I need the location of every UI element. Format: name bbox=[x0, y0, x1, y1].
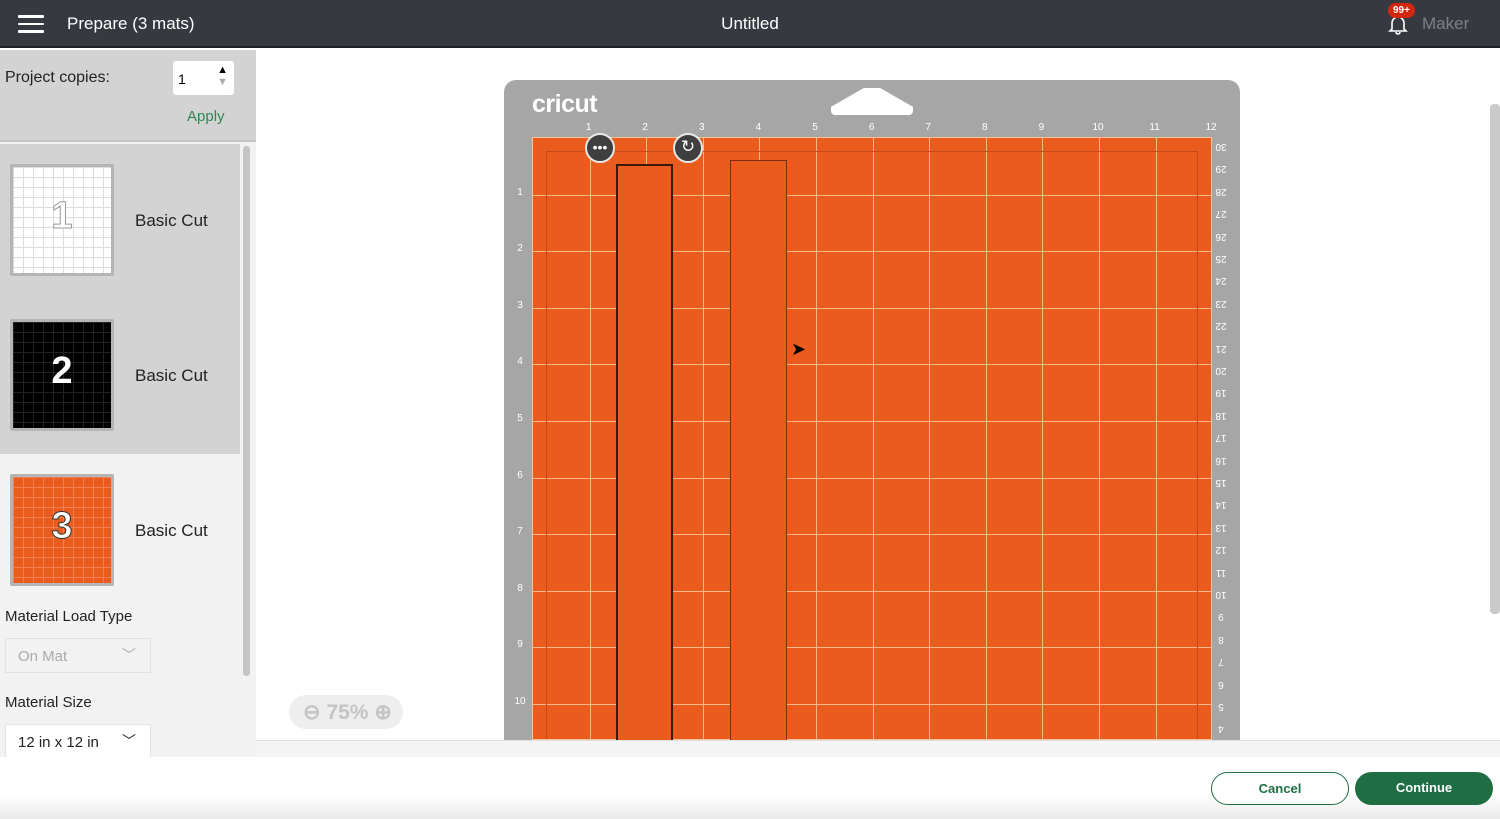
size-value: 12 in x 12 in bbox=[18, 734, 99, 751]
right-ruler-tick: 13 bbox=[1215, 521, 1227, 533]
copies-value: 1 bbox=[178, 71, 186, 87]
left-ruler-tick: 3 bbox=[517, 299, 523, 311]
decrement-icon[interactable]: ▼ bbox=[217, 76, 228, 88]
mat-label: Basic Cut bbox=[135, 521, 208, 540]
top-ruler-tick: 12 bbox=[1205, 122, 1217, 133]
left-ruler-tick: 2 bbox=[517, 243, 523, 255]
right-ruler-tick: 12 bbox=[1215, 544, 1227, 556]
right-ruler-tick: 30 bbox=[1215, 141, 1227, 152]
more-options-icon[interactable]: ••• bbox=[585, 133, 615, 163]
right-ruler-tick: 22 bbox=[1215, 320, 1227, 332]
cut-shape-1[interactable] bbox=[616, 164, 673, 740]
left-ruler-tick: 4 bbox=[517, 356, 523, 368]
vertical-scrollbar[interactable] bbox=[1490, 104, 1500, 614]
left-ruler-tick: 8 bbox=[517, 582, 523, 594]
right-ruler-tick: 5 bbox=[1218, 701, 1224, 712]
zoom-out-icon[interactable]: ⊖ bbox=[303, 701, 321, 724]
top-ruler-tick: 1 bbox=[585, 122, 592, 133]
right-ruler-tick: 17 bbox=[1215, 432, 1227, 444]
mat-thumbnail: 3 bbox=[10, 474, 114, 586]
mat-label: Basic Cut bbox=[135, 366, 208, 385]
top-ruler-tick: 7 bbox=[925, 122, 931, 133]
right-ruler-tick: 16 bbox=[1215, 454, 1227, 466]
zoom-level: 75% bbox=[326, 701, 369, 724]
top-ruler-tick: 9 bbox=[1038, 122, 1045, 133]
apply-button[interactable]: Apply bbox=[187, 108, 225, 125]
material-size-label: Material Size bbox=[5, 694, 92, 711]
mat-thumbnail: 2 bbox=[10, 319, 114, 431]
sidebar: Project copies: 1 ▲ ▼ Apply 1 Basic Cut 2… bbox=[0, 50, 256, 759]
right-ruler-tick: 11 bbox=[1215, 566, 1227, 578]
right-ruler-tick: 15 bbox=[1215, 477, 1227, 488]
mat-number: 2 bbox=[51, 350, 73, 392]
chevron-down-icon: ﹀ bbox=[122, 733, 136, 749]
right-ruler-tick: 14 bbox=[1215, 499, 1227, 511]
top-ruler-tick: 5 bbox=[812, 122, 818, 133]
right-ruler-tick: 28 bbox=[1215, 185, 1227, 197]
top-ruler-tick: 3 bbox=[699, 122, 705, 133]
right-ruler-tick: 24 bbox=[1215, 275, 1227, 287]
machine-name[interactable]: Maker bbox=[1422, 14, 1469, 34]
left-ruler-tick: 9 bbox=[517, 639, 523, 651]
right-ruler-tick: 4 bbox=[1218, 723, 1224, 735]
mat-list: 1 Basic Cut 2 Basic Cut 3 Basic Cut bbox=[0, 144, 240, 609]
mat-number: 3 bbox=[51, 505, 73, 548]
mat-label: Basic Cut bbox=[135, 211, 208, 230]
left-ruler-tick: 10 bbox=[514, 696, 526, 707]
project-copies-input[interactable]: 1 ▲ ▼ bbox=[173, 61, 234, 95]
left-ruler-tick: 7 bbox=[517, 526, 523, 538]
right-ruler-tick: 19 bbox=[1215, 387, 1227, 399]
rotate-icon[interactable]: ↻ bbox=[673, 133, 703, 163]
right-ruler-tick: 20 bbox=[1215, 365, 1227, 376]
mat-item-1[interactable]: 1 Basic Cut bbox=[0, 144, 240, 299]
right-ruler-tick: 21 bbox=[1215, 342, 1227, 354]
mat-item-2[interactable]: 2 Basic Cut bbox=[0, 299, 240, 454]
load-type-value: On Mat bbox=[18, 648, 68, 665]
zoom-control: ⊖ 75% ⊕ bbox=[289, 695, 403, 729]
chevron-down-icon: ﹀ bbox=[122, 647, 136, 663]
increment-icon[interactable]: ▲ bbox=[217, 64, 228, 76]
right-ruler-tick: 7 bbox=[1218, 656, 1224, 668]
project-copies-panel: Project copies: 1 ▲ ▼ Apply bbox=[0, 50, 256, 142]
mat-item-3[interactable]: 3 Basic Cut bbox=[0, 454, 240, 609]
cut-shape-2[interactable] bbox=[730, 160, 787, 740]
top-bar: Prepare (3 mats) Untitled 99+ Maker bbox=[0, 0, 1500, 48]
material-load-type-label: Material Load Type bbox=[5, 608, 133, 625]
left-ruler-tick: 1 bbox=[517, 186, 523, 198]
notification-badge: 99+ bbox=[1388, 3, 1415, 18]
sidebar-scrollbar[interactable] bbox=[243, 146, 250, 676]
page-title: Prepare (3 mats) bbox=[67, 14, 195, 33]
material-size-select[interactable]: 12 in x 12 in ﹀ bbox=[5, 724, 151, 759]
continue-button[interactable]: Continue bbox=[1355, 772, 1493, 805]
right-ruler-tick: 25 bbox=[1215, 253, 1227, 264]
right-ruler-tick: 9 bbox=[1218, 611, 1224, 623]
right-ruler-tick: 26 bbox=[1215, 230, 1227, 242]
left-ruler-tick: 6 bbox=[517, 469, 523, 481]
document-title: Untitled bbox=[721, 14, 779, 33]
top-ruler-tick: 4 bbox=[755, 122, 762, 133]
right-ruler-tick: 27 bbox=[1215, 208, 1227, 220]
right-ruler-tick: 23 bbox=[1215, 297, 1227, 309]
mat-thumbnail: 1 bbox=[10, 164, 114, 276]
cricut-logo: cricut bbox=[532, 90, 598, 118]
right-ruler-tick: 8 bbox=[1218, 633, 1224, 645]
menu-icon[interactable] bbox=[18, 15, 44, 33]
right-ruler-tick: 10 bbox=[1215, 589, 1227, 600]
right-ruler-tick: 6 bbox=[1218, 678, 1224, 690]
top-ruler-tick: 8 bbox=[982, 122, 988, 133]
top-ruler-tick: 10 bbox=[1092, 122, 1104, 133]
top-ruler-tick: 11 bbox=[1149, 122, 1160, 133]
left-ruler-tick: 5 bbox=[517, 413, 523, 424]
project-copies-label: Project copies: bbox=[5, 69, 110, 86]
top-ruler-tick: 6 bbox=[868, 122, 875, 133]
right-ruler-tick: 29 bbox=[1215, 163, 1227, 175]
horizontal-scrollbar[interactable] bbox=[256, 740, 1500, 757]
material-load-type-select[interactable]: On Mat ﹀ bbox=[5, 638, 151, 673]
top-ruler-tick: 2 bbox=[642, 122, 648, 133]
right-ruler-tick: 18 bbox=[1215, 409, 1227, 421]
mouse-cursor-icon: ➤ bbox=[791, 339, 807, 359]
mat-number: 1 bbox=[51, 195, 73, 238]
cancel-button[interactable]: Cancel bbox=[1211, 772, 1349, 805]
zoom-in-icon[interactable]: ⊕ bbox=[374, 701, 392, 724]
